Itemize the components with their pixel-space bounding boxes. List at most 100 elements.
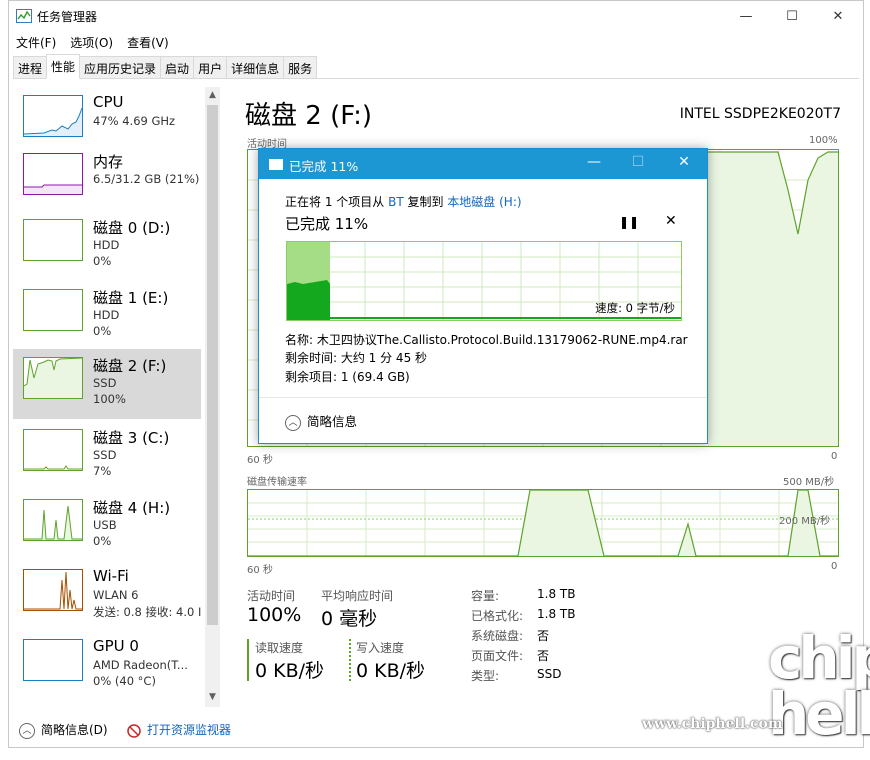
folder-copy-icon [269, 159, 283, 170]
wifi-thumbnail [23, 569, 83, 611]
sidebar-item-disk-3[interactable]: 磁盘 3 (C:) SSD 7% [13, 421, 201, 491]
dialog-summary-toggle[interactable]: ︿ 简略信息 [285, 411, 357, 431]
scroll-up-icon[interactable]: ▲ [205, 87, 220, 103]
remaining-items: 剩余项目: 1 (69.4 GB) [285, 370, 410, 384]
capacity-label: 容量: [471, 589, 500, 603]
sidebar-item-type: HDD [93, 308, 120, 322]
page-title: 磁盘 2 (F:) [245, 101, 373, 131]
disk-4-thumbnail [23, 499, 83, 541]
tab-processes[interactable]: 进程 [13, 56, 48, 78]
menu-view[interactable]: 查看(V) [120, 31, 176, 53]
graph2-time-left: 60 秒 [247, 565, 273, 576]
dialog-divider [259, 397, 707, 398]
copy-progress-graph: 速度: 0 字节/秒 [286, 241, 682, 321]
sidebar-item-usage: 0% [93, 254, 112, 268]
copy-prefix: 正在将 1 个项目从 [285, 195, 389, 209]
percent-complete: 已完成 11% [285, 215, 369, 233]
copy-mid: 复制到 [403, 195, 448, 209]
response-time-value: 0 毫秒 [321, 608, 378, 630]
maximize-button[interactable]: ☐ [769, 1, 815, 31]
copy-progress-dialog: 已完成 11% — ☐ ✕ 正在将 1 个项目从 BT 复制到 本地磁盘 (H:… [258, 148, 708, 444]
dialog-maximize-button[interactable]: ☐ [627, 154, 649, 170]
sidebar-item-disk-2[interactable]: 磁盘 2 (F:) SSD 100% [13, 349, 201, 419]
resource-list: CPU 47% 4.69 GHz 内存 6.5/31.2 GB (21%) 磁盘… [13, 87, 201, 707]
resource-monitor-icon [127, 723, 141, 738]
destination-link[interactable]: 本地磁盘 (H:) [447, 195, 521, 209]
system-disk-value: 否 [537, 629, 550, 643]
sidebar-item-disk-4[interactable]: 磁盘 4 (H:) USB 0% [13, 491, 201, 561]
read-speed-label: 读取速度 [255, 641, 304, 655]
tab-bar: 进程 性能 应用历史记录 启动 用户 详细信息 服务 [13, 54, 859, 79]
menu-file[interactable]: 文件(F) [9, 31, 63, 53]
scrollbar-thumb[interactable] [207, 105, 218, 625]
tab-services[interactable]: 服务 [283, 56, 318, 78]
sidebar-item-gpu[interactable]: GPU 0 AMD Radeon(T... 0% (40 °C) [13, 631, 201, 701]
sidebar-item-usage: 100% [93, 392, 126, 406]
sidebar-item-model: AMD Radeon(T... [93, 658, 188, 672]
dialog-minimize-button[interactable]: — [583, 154, 605, 170]
sidebar-item-name: 内存 [93, 153, 124, 171]
summary-toggle[interactable]: ︿ 简略信息(D) [19, 721, 108, 739]
tab-details[interactable]: 详细信息 [226, 56, 285, 78]
response-time-label: 平均响应时间 [321, 589, 394, 603]
cpu-thumbnail [23, 95, 83, 137]
chevron-up-icon: ︿ [19, 722, 35, 739]
sidebar-item-memory[interactable]: 内存 6.5/31.2 GB (21%) [13, 145, 201, 215]
copy-speed: 速度: 0 字节/秒 [595, 301, 675, 315]
chiphell-watermark: chiphell www.chiphell.com [640, 626, 870, 750]
sidebar-item-type: HDD [93, 238, 120, 252]
watermark-url: www.chiphell.com [642, 716, 783, 732]
dialog-title: 已完成 11% [289, 159, 359, 174]
resource-monitor-label: 打开资源监视器 [147, 723, 232, 737]
copy-description: 正在将 1 个项目从 BT 复制到 本地磁盘 (H:) [285, 193, 522, 210]
type-value: SSD [537, 667, 562, 681]
remaining-time: 剩余时间: 大约 1 分 45 秒 [285, 351, 428, 365]
close-button[interactable]: ✕ [815, 1, 861, 31]
gpu-thumbnail [23, 639, 83, 681]
sidebar-item-name: CPU [93, 93, 124, 111]
disk-model: INTEL SSDPE2KE020T7 [679, 106, 841, 122]
sidebar-item-disk-1[interactable]: 磁盘 1 (E:) HDD 0% [13, 281, 201, 351]
sidebar-scrollbar[interactable]: ▲ ▼ [205, 87, 220, 707]
sidebar-item-name: 磁盘 1 (E:) [93, 289, 169, 307]
chevron-up-icon: ︿ [285, 414, 301, 431]
tab-users[interactable]: 用户 [193, 56, 228, 78]
type-label: 类型: [471, 669, 500, 683]
source-link[interactable]: BT [388, 195, 404, 209]
menu-options[interactable]: 选项(O) [63, 31, 120, 53]
graph1-time-left: 60 秒 [247, 455, 273, 466]
capacity-value: 1.8 TB [537, 587, 576, 601]
formatted-label: 已格式化: [471, 609, 524, 623]
dialog-close-button[interactable]: ✕ [673, 154, 695, 170]
sidebar-item-name: 磁盘 3 (C:) [93, 429, 170, 447]
dialog-title-bar: 已完成 11% — ☐ ✕ [259, 149, 707, 179]
sidebar-item-detail: 47% 4.69 GHz [93, 114, 176, 128]
sidebar-item-type: SSD [93, 376, 117, 390]
tab-app-history[interactable]: 应用历史记录 [79, 56, 162, 78]
minimize-button[interactable]: — [723, 1, 769, 31]
read-speed-value: 0 KB/秒 [255, 660, 325, 682]
sidebar-item-usage: 0% (40 °C) [93, 674, 156, 688]
write-speed-marker [349, 639, 351, 681]
summary-label: 简略信息(D) [41, 723, 108, 737]
pause-button[interactable]: ❚❚ [619, 215, 639, 229]
system-disk-label: 系统磁盘: [471, 629, 524, 643]
active-time-max: 100% [809, 135, 838, 146]
sidebar-item-detail: 6.5/31.2 GB (21%) [93, 172, 200, 186]
transfer-rate-max: 500 MB/秒 [783, 477, 835, 488]
file-name: 名称: 木卫四协议The.Callisto.Protocol.Build.131… [285, 333, 688, 347]
dialog-summary-label: 简略信息 [307, 414, 358, 429]
write-speed-value: 0 KB/秒 [356, 660, 426, 682]
transfer-rate-label: 磁盘传输速率 [247, 477, 307, 488]
sidebar-item-wifi[interactable]: Wi-Fi WLAN 6 发送: 0.8 接收: 4.0 I [13, 561, 201, 631]
cancel-copy-button[interactable]: ✕ [665, 213, 677, 229]
read-speed-marker [247, 639, 249, 681]
scroll-down-icon[interactable]: ▼ [205, 689, 220, 705]
title-bar: 任务管理器 — ☐ ✕ [9, 1, 863, 31]
sidebar-item-disk-0[interactable]: 磁盘 0 (D:) HDD 0% [13, 211, 201, 281]
tab-startup[interactable]: 启动 [160, 56, 195, 78]
open-resource-monitor-link[interactable]: 打开资源监视器 [127, 721, 231, 738]
sidebar-item-name: 磁盘 0 (D:) [93, 219, 171, 237]
tab-performance[interactable]: 性能 [46, 54, 81, 79]
sidebar-item-name: GPU 0 [93, 637, 139, 655]
